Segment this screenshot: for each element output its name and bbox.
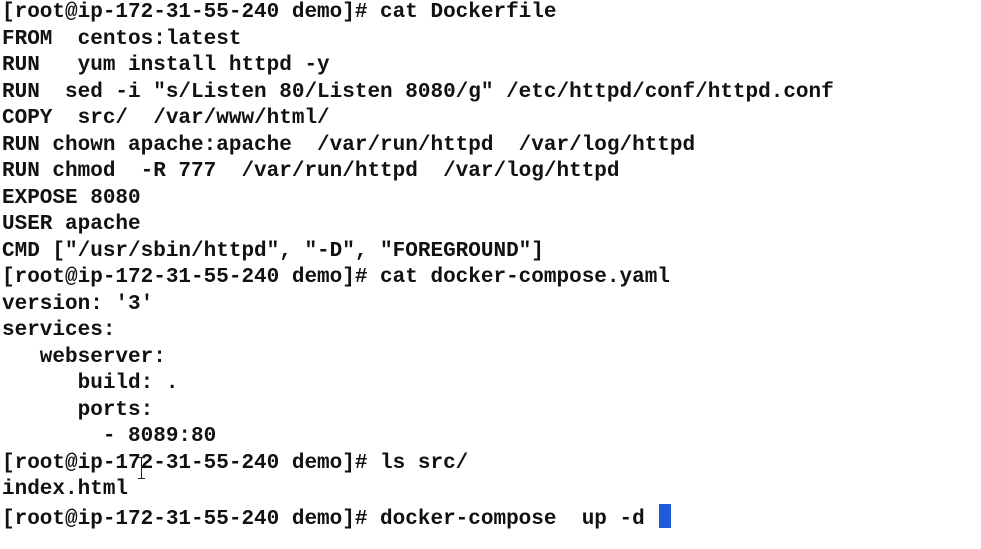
terminal-line: build: . [2,372,179,395]
terminal-line: [root@ip-172-31-55-240 demo]# cat Docker… [2,1,557,24]
terminal-line: RUN yum install httpd -y [2,54,330,77]
terminal-line: [root@ip-172-31-55-240 demo]# cat docker… [2,266,670,289]
terminal-line: RUN chown apache:apache /var/run/httpd /… [2,133,696,157]
terminal-line: - 8089:80 [2,425,217,448]
terminal-line: COPY src/ /var/www/html/ [2,107,330,130]
mouse-ibeam-icon [138,457,146,479]
terminal-line: webserver: [2,345,166,369]
terminal-line: services: [2,319,116,342]
command-input[interactable]: [root@ip-172-31-55-240 demo]# docker-com… [2,508,657,531]
terminal-line: FROM centos:latest [2,27,242,51]
terminal-line: EXPOSE 8080 [2,186,141,210]
terminal-line: index.html [2,478,129,501]
terminal-window[interactable]: [root@ip-172-31-55-240 demo]# cat Docker… [0,0,981,549]
text-cursor [659,503,672,528]
terminal-line: RUN sed -i "s/Listen 80/Listen 8080/g" /… [2,80,834,104]
command-prompt-line[interactable]: [root@ip-172-31-55-240 demo]# docker-com… [2,503,981,531]
terminal-line: version: '3' [2,292,154,316]
terminal-line: [root@ip-172-31-55-240 demo]# ls src/ [2,451,469,475]
terminal-line: USER apache [2,213,141,236]
terminal-line: ports: [2,398,154,422]
terminal-line: RUN chmod -R 777 /var/run/httpd /var/log… [2,160,620,183]
terminal-line: CMD ["/usr/sbin/httpd", "-D", "FOREGROUN… [2,239,544,263]
